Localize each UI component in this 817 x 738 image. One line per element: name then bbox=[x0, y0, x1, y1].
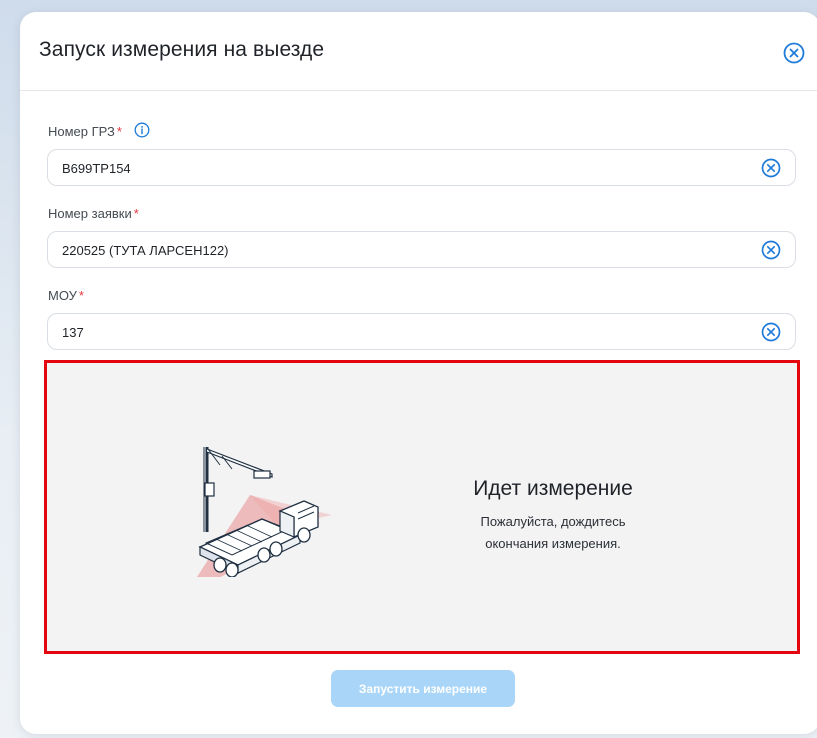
measurement-status-title: Идет измерение bbox=[473, 477, 633, 500]
measurement-modal: Запуск измерения на выезде Номер ГРЗ * В6… bbox=[20, 12, 817, 734]
plate-label-text: Номер ГРЗ bbox=[48, 124, 115, 139]
plate-field[interactable]: В699ТР154 bbox=[47, 149, 796, 186]
close-icon[interactable] bbox=[783, 42, 805, 64]
request-label: Номер заявки * bbox=[48, 206, 139, 221]
measurement-status-panel: Идет измерение Пожалуйста, дождитесь око… bbox=[44, 360, 800, 654]
modal-title: Запуск измерения на выезде bbox=[39, 38, 325, 61]
mou-label: МОУ * bbox=[48, 288, 84, 303]
required-mark: * bbox=[133, 206, 139, 221]
clear-icon[interactable] bbox=[761, 240, 781, 260]
info-icon[interactable] bbox=[134, 122, 150, 138]
modal-header: Запуск измерения на выезде bbox=[20, 12, 817, 91]
clear-icon[interactable] bbox=[761, 322, 781, 342]
clear-icon[interactable] bbox=[761, 158, 781, 178]
mou-input-value[interactable]: 137 bbox=[62, 325, 84, 340]
mou-field[interactable]: 137 bbox=[47, 313, 796, 350]
mou-label-text: МОУ bbox=[48, 288, 77, 303]
request-label-text: Номер заявки bbox=[48, 206, 132, 221]
plate-label: Номер ГРЗ * bbox=[48, 124, 122, 139]
required-mark: * bbox=[116, 124, 122, 139]
plate-input-value[interactable]: В699ТР154 bbox=[62, 161, 131, 176]
measurement-status-text: Пожалуйста, дождитесь окончания измерени… bbox=[480, 514, 626, 551]
required-mark: * bbox=[78, 288, 84, 303]
truck-scanner-illustration bbox=[196, 447, 332, 577]
start-measurement-button[interactable]: Запустить измерение bbox=[331, 670, 515, 707]
request-input-value[interactable]: 220525 (ТУТА ЛАРСЕН122) bbox=[62, 243, 229, 258]
request-field[interactable]: 220525 (ТУТА ЛАРСЕН122) bbox=[47, 231, 796, 268]
